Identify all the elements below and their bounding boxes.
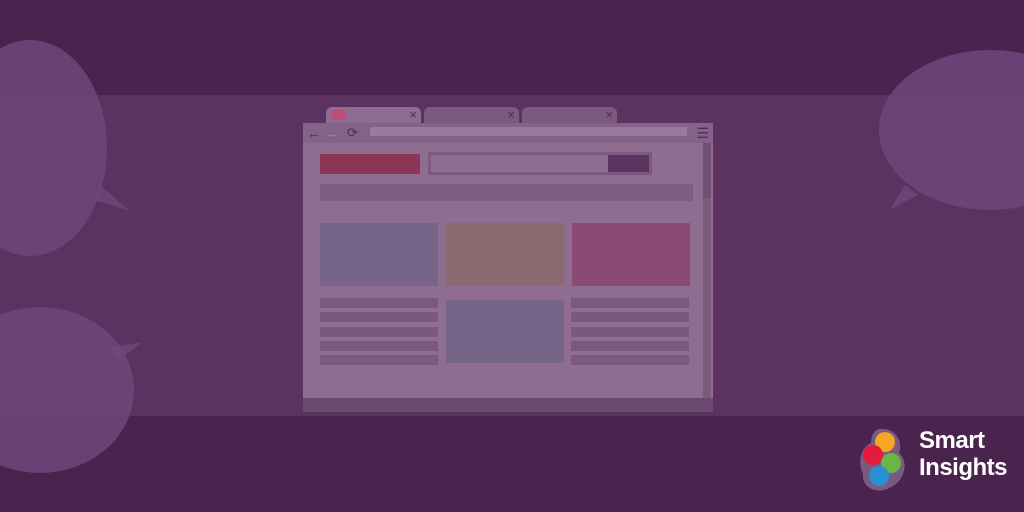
speech-bubble-top-left [0,40,130,256]
text-line [571,355,689,366]
logo-line-1: Smart [919,427,985,454]
page-viewport [306,143,703,399]
site-search-button[interactable] [608,155,649,172]
scrollbar-thumb[interactable] [703,143,711,198]
browser-tab-active[interactable]: × [326,107,421,123]
site-nav-bar [320,184,693,201]
text-line [571,298,689,308]
logo-circle [869,466,889,486]
text-line [320,298,438,308]
smart-insights-logo: Smart Insights [857,425,1017,495]
site-search-input[interactable] [431,155,609,172]
text-lines-left [320,298,438,369]
site-search [428,152,652,175]
logo-line-2: Insights [919,454,1008,481]
text-line [571,340,689,351]
text-line [571,312,689,323]
logo-wordmark: Smart Insights [919,427,1008,481]
logo-circles-icon [860,428,905,491]
speech-bubble-bottom-left [0,307,143,473]
browser-tab[interactable]: × [424,107,519,123]
content-card-image [446,300,564,363]
close-tab-icon[interactable]: × [409,107,417,123]
horizontal-scrollbar[interactable] [303,398,713,412]
hamburger-menu-icon[interactable]: ☰ [696,124,709,142]
text-line [320,340,438,351]
logo-circle [863,445,883,465]
back-arrow-icon[interactable]: ← [307,124,321,142]
reload-icon[interactable]: ⟳ [347,124,358,142]
favicon-icon [332,110,346,120]
address-bar[interactable] [370,127,687,136]
close-tab-icon[interactable]: × [507,107,515,123]
text-line [320,326,438,337]
text-line [320,312,438,323]
vertical-scrollbar[interactable] [703,143,711,399]
browser-window: × × × ← → ⟳ ☰ [303,107,713,412]
browser-toolbar: ← → ⟳ ☰ [303,123,713,143]
content-card-image [572,223,690,286]
content-card-image [446,223,564,286]
content-card-image [320,223,438,286]
close-tab-icon[interactable]: × [605,107,613,123]
speech-bubble-top-right [879,50,1024,210]
site-logo-placeholder [320,154,420,174]
text-line [320,355,438,366]
text-line [571,326,689,337]
text-lines-right [571,298,689,369]
forward-arrow-icon[interactable]: → [325,124,339,142]
browser-tab[interactable]: × [522,107,617,123]
